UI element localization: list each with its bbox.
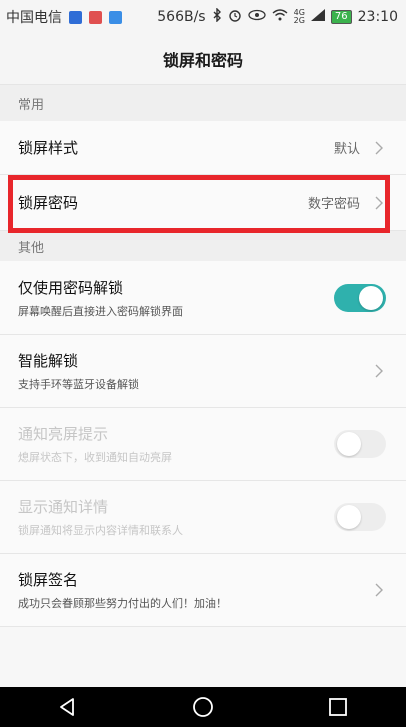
notification-detail-row: 显示通知详情 锁屏通知将显示内容详情和联系人 bbox=[0, 481, 406, 554]
password-only-unlock-toggle[interactable] bbox=[334, 283, 386, 312]
password-only-unlock-row[interactable]: 仅使用密码解锁 屏幕唤醒后直接进入密码解锁界面 bbox=[0, 261, 406, 335]
toggle-knob bbox=[359, 285, 383, 310]
smart-unlock-subtitle: 支持手环等蓝牙设备解锁 bbox=[18, 378, 139, 391]
notification-wake-toggle bbox=[334, 430, 386, 458]
lock-password-title: 锁屏密码 bbox=[18, 194, 79, 212]
app-notification-icon bbox=[69, 10, 82, 24]
chevron-right-icon bbox=[372, 583, 386, 597]
wifi-icon bbox=[272, 9, 288, 25]
chevron-right-icon bbox=[372, 141, 386, 155]
alarm-icon bbox=[228, 8, 242, 26]
lock-style-title: 锁屏样式 bbox=[18, 139, 79, 157]
notification-wake-subtitle: 熄屏状态下，收到通知自动亮屏 bbox=[18, 451, 172, 464]
lock-signature-title: 锁屏签名 bbox=[18, 571, 79, 589]
lock-style-row[interactable]: 锁屏样式 默认 bbox=[0, 121, 406, 175]
notification-detail-title: 显示通知详情 bbox=[18, 498, 109, 516]
section-header-common: 常用 bbox=[0, 85, 406, 121]
lock-notification-icon bbox=[89, 10, 102, 24]
signal-icon bbox=[310, 9, 325, 25]
section-header-other: 其他 bbox=[0, 231, 406, 261]
password-only-unlock-subtitle: 屏幕唤醒后直接进入密码解锁界面 bbox=[18, 304, 183, 318]
smart-unlock-title: 智能解锁 bbox=[18, 352, 79, 370]
lock-password-value: 数字密码 bbox=[307, 197, 360, 212]
eye-comfort-icon bbox=[247, 9, 266, 25]
clock: 23:10 bbox=[357, 9, 398, 25]
carrier-label: 中国电信 bbox=[6, 10, 62, 26]
back-triangle-icon bbox=[59, 698, 74, 716]
back-button[interactable] bbox=[54, 693, 82, 721]
chevron-right-icon bbox=[372, 196, 386, 210]
home-button[interactable] bbox=[189, 693, 217, 721]
page-title: 锁屏和密码 bbox=[0, 34, 406, 85]
lock-signature-subtitle: 成功只会眷顾那些努力付出的人们！加油！ bbox=[18, 597, 227, 610]
chevron-right-icon bbox=[372, 364, 386, 378]
network-type: 4G 2G bbox=[293, 8, 305, 25]
network-speed: 566B/s bbox=[157, 9, 206, 25]
password-only-unlock-title: 仅使用密码解锁 bbox=[18, 278, 124, 297]
notification-detail-subtitle: 锁屏通知将显示内容详情和联系人 bbox=[18, 524, 183, 537]
smart-unlock-row[interactable]: 智能解锁 支持手环等蓝牙设备解锁 bbox=[0, 335, 406, 408]
notification-wake-title: 通知亮屏提示 bbox=[18, 425, 109, 443]
notification-wake-row: 通知亮屏提示 熄屏状态下，收到通知自动亮屏 bbox=[0, 408, 406, 481]
recents-square-icon bbox=[329, 698, 348, 716]
lock-password-row[interactable]: 锁屏密码 数字密码 bbox=[0, 175, 406, 231]
image-notification-icon bbox=[109, 10, 122, 24]
home-circle-icon bbox=[193, 697, 213, 717]
battery-icon: 76 bbox=[330, 10, 352, 24]
bluetooth-icon bbox=[212, 7, 222, 26]
toggle-knob bbox=[337, 505, 361, 529]
lock-style-value: 默认 bbox=[333, 142, 360, 157]
recents-button[interactable] bbox=[324, 693, 352, 721]
lock-signature-row[interactable]: 锁屏签名 成功只会眷顾那些努力付出的人们！加油！ bbox=[0, 554, 406, 627]
status-bar: 中国电信 566B/s 4G 2G 76 23:10 bbox=[0, 0, 406, 34]
notification-detail-toggle bbox=[334, 503, 386, 531]
navigation-bar bbox=[0, 687, 406, 727]
toggle-knob bbox=[337, 432, 361, 456]
